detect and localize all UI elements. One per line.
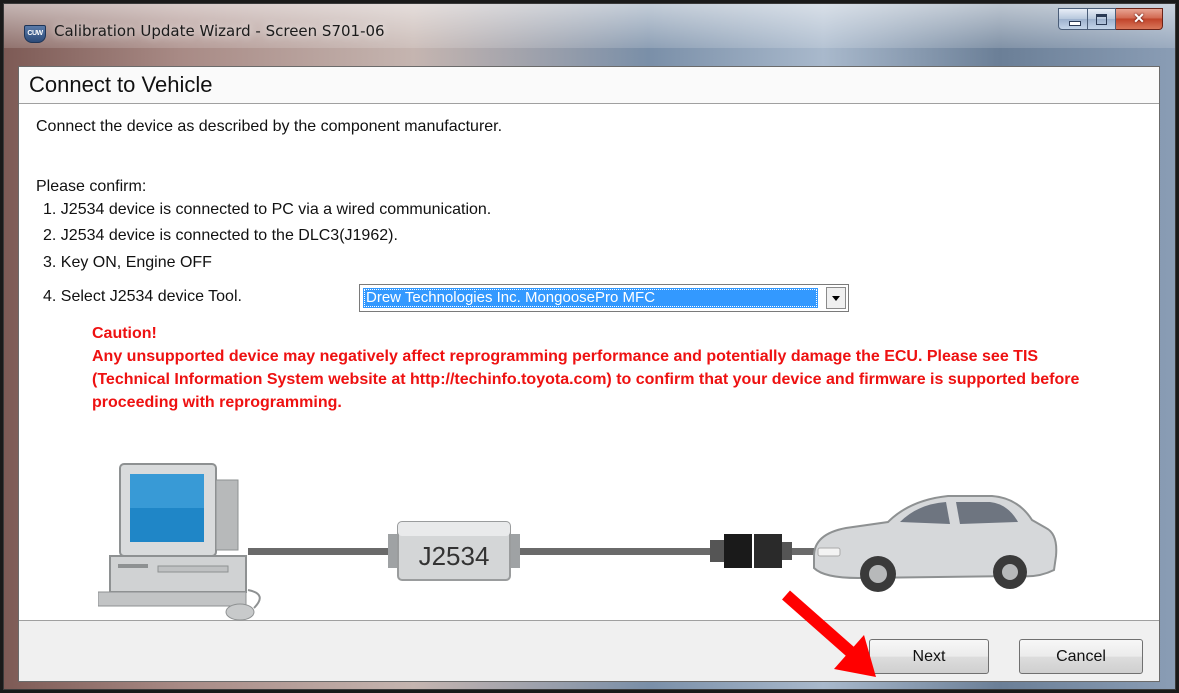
intro-text: Connect the device as described by the c… bbox=[36, 118, 503, 135]
minimize-button[interactable] bbox=[1058, 8, 1088, 30]
title-bar[interactable]: CUW Calibration Update Wizard - Screen S… bbox=[4, 4, 1175, 44]
close-button[interactable]: ✕ bbox=[1116, 8, 1163, 30]
cable-vehicle bbox=[520, 548, 720, 555]
j2534-device-icon: J2534 bbox=[388, 521, 520, 581]
connection-illustration: J2534 bbox=[98, 463, 1058, 621]
computer-icon bbox=[98, 463, 261, 621]
confirm-label: Please confirm: bbox=[36, 178, 147, 195]
page-title: Connect to Vehicle bbox=[29, 72, 213, 97]
next-button[interactable]: Next bbox=[869, 639, 989, 674]
maximize-button[interactable] bbox=[1088, 8, 1116, 30]
device-tool-select[interactable]: Drew Technologies Inc. MongoosePro MFC bbox=[359, 284, 849, 312]
connector-icon bbox=[710, 534, 792, 568]
j2534-label: J2534 bbox=[419, 541, 490, 571]
red-arrow-icon bbox=[782, 590, 876, 677]
cable-pc bbox=[248, 548, 398, 555]
step-2: 2. J2534 device is connected to the DLC3… bbox=[43, 227, 398, 244]
car-icon bbox=[813, 495, 1058, 592]
caution-title: Caution! bbox=[92, 325, 157, 342]
device-tool-select-value[interactable]: Drew Technologies Inc. MongoosePro MFC bbox=[363, 288, 818, 308]
window-title: Calibration Update Wizard - Screen S701-… bbox=[54, 22, 385, 40]
cancel-button[interactable]: Cancel bbox=[1019, 639, 1143, 674]
window-controls: ✕ bbox=[1058, 8, 1163, 30]
step-4: 4. Select J2534 device Tool. bbox=[43, 288, 242, 305]
header-bar: Connect to Vehicle bbox=[19, 67, 1159, 104]
close-icon: ✕ bbox=[1133, 10, 1145, 26]
dropdown-arrow-icon[interactable] bbox=[826, 287, 846, 309]
caution-message: Any unsupported device may negatively af… bbox=[92, 348, 1080, 411]
step-3: 3. Key ON, Engine OFF bbox=[43, 254, 212, 271]
app-icon: CUW bbox=[24, 25, 46, 43]
step-1: 1. J2534 device is connected to PC via a… bbox=[43, 201, 492, 218]
